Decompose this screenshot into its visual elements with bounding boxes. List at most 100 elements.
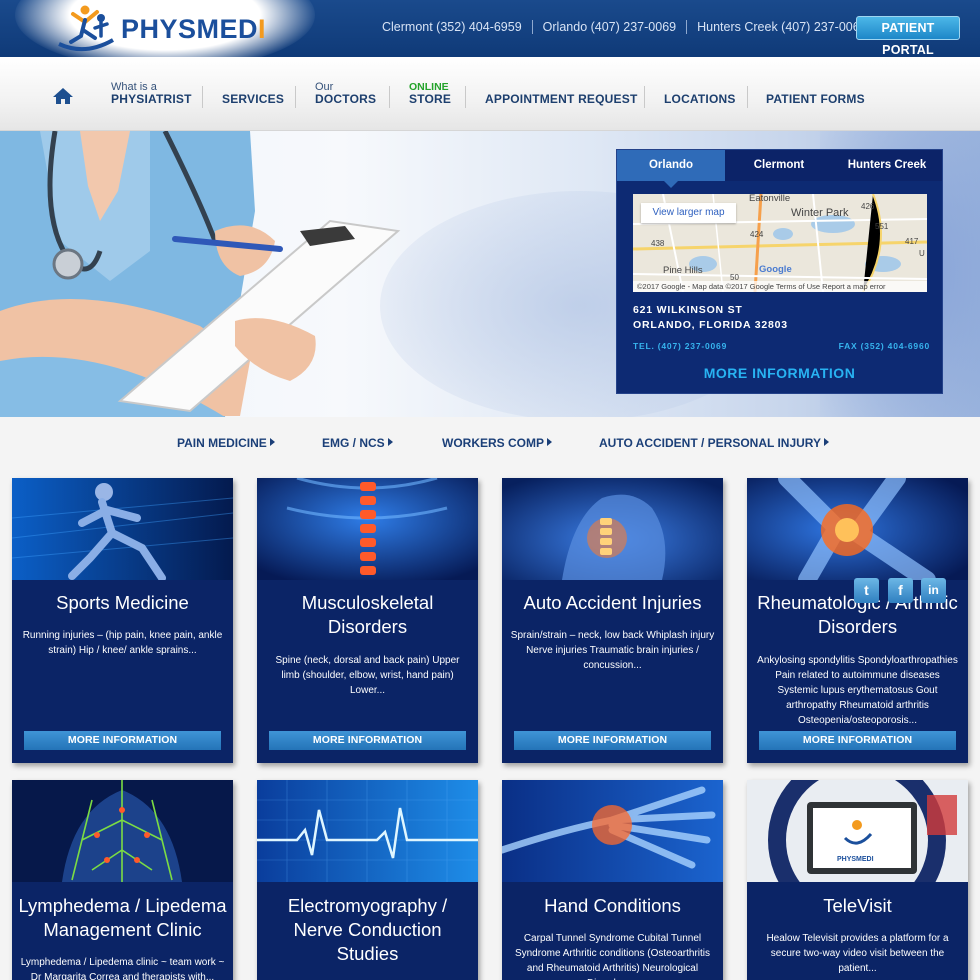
neck-pain-image	[502, 478, 723, 580]
tab-clermont[interactable]: Clermont	[725, 150, 833, 181]
nav-divider	[202, 86, 203, 108]
tab-hunters-creek[interactable]: Hunters Creek	[833, 150, 941, 181]
card-title-line: Electromyography /	[287, 895, 448, 916]
ekg-image	[257, 780, 478, 882]
address-line-1: 621 WILKINSON ST	[633, 304, 743, 316]
card-musculoskeletal[interactable]: Musculoskeletal Disorders Spine (neck, do…	[257, 478, 478, 763]
triangle-right-icon	[824, 438, 830, 446]
card-description: Carpal Tunnel Syndrome Cubital Tunnel Sy…	[514, 933, 711, 980]
map-label: Pine Hills	[663, 265, 703, 276]
divider	[531, 20, 533, 34]
nav-services-label: SERVICES	[222, 92, 285, 106]
card-title-line: Disorders	[817, 616, 898, 637]
location-more-information-link[interactable]: MORE INFORMATION	[617, 365, 942, 381]
map-label: 551	[875, 222, 889, 231]
logo-figure-icon	[55, 4, 119, 54]
card-title: Auto Accident Injuries	[523, 592, 702, 613]
card-title-line: Nerve Conduction	[293, 919, 442, 940]
televisit-logo-text: PHYSMEDI	[837, 856, 874, 863]
triangle-right-icon	[547, 438, 552, 446]
fax-number: FAX (352) 404-6960	[838, 341, 930, 351]
card-description: Spine (neck, dorsal and back pain) Upper…	[275, 655, 460, 696]
card-auto-accident[interactable]: Auto Accident Injuries Sprain/strain – n…	[502, 478, 723, 763]
card-title: Lymphedema / Lipedema Management Clinic	[12, 894, 233, 942]
runner-image	[12, 478, 233, 580]
nav-locations-label: LOCATIONS	[664, 92, 736, 106]
patient-portal-button[interactable]: PATIENT PORTAL	[856, 16, 960, 57]
card-description: Running injuries – (hip pain, knee pain,…	[22, 630, 223, 656]
hand-xray-image	[502, 780, 723, 882]
view-larger-map-link[interactable]: View larger map	[641, 203, 736, 223]
twitter-icon[interactable]: t	[854, 578, 879, 603]
link-label: PAIN MEDICINE	[177, 436, 267, 450]
facebook-icon[interactable]: f	[888, 578, 913, 603]
card-title-line: Disorders	[327, 616, 408, 637]
link-workers-comp[interactable]: WORKERS COMP	[442, 436, 552, 450]
card-description: Lymphedema / Lipedema clinic ~ team work…	[20, 957, 225, 980]
card-lymphedema[interactable]: Lymphedema / Lipedema Management Clinic L…	[12, 780, 233, 980]
link-auto-accident[interactable]: AUTO ACCIDENT / PERSONAL INJURY	[599, 436, 830, 450]
home-icon[interactable]	[52, 87, 74, 105]
card-hand-conditions[interactable]: Hand Conditions Carpal Tunnel Syndrome C…	[502, 780, 723, 980]
linkedin-icon[interactable]: in	[921, 578, 946, 603]
link-label: EMG / NCS	[322, 436, 385, 450]
map-label: 426	[861, 202, 875, 211]
map-label: Winter Park	[791, 207, 849, 219]
phone-list: Clermont (352) 404-6959 Orlando (407) 23…	[382, 20, 867, 34]
nav-divider	[295, 86, 296, 108]
more-information-button[interactable]: MORE INFORMATION	[759, 731, 956, 750]
card-rheumatologic[interactable]: Rheumatologic / ArthriticDisorders Ankyl…	[747, 478, 968, 763]
televisit-image	[747, 780, 968, 882]
card-title-line: Lymphedema / Lipedema	[18, 895, 227, 916]
address: 621 WILKINSON ST ORLANDO, FLORIDA 32803	[633, 303, 788, 333]
more-information-button[interactable]: MORE INFORMATION	[269, 731, 466, 750]
card-title-line: Management Clinic	[43, 919, 202, 940]
knee-joint-image	[747, 478, 968, 580]
card-sports-medicine[interactable]: Sports Medicine Running injuries – (hip …	[12, 478, 233, 763]
nav-divider	[747, 86, 748, 108]
location-tabs: Orlando Clermont Hunters Creek	[617, 150, 942, 188]
link-emg-ncs[interactable]: EMG / NCS	[322, 436, 393, 450]
tab-orlando[interactable]: Orlando	[617, 150, 725, 188]
link-label: WORKERS COMP	[442, 436, 544, 450]
physmedi-logo[interactable]: PHYSMEDI	[55, 4, 266, 54]
map-label: 424	[750, 230, 764, 239]
nav-divider	[644, 86, 645, 108]
nav-store-label: STORE	[409, 92, 452, 106]
phone-hunters-creek[interactable]: Hunters Creek (407) 237-0069	[697, 20, 867, 34]
logo-text: PHYSMEDI	[121, 13, 267, 44]
link-pain-medicine[interactable]: PAIN MEDICINE	[177, 436, 275, 450]
nav-divider	[465, 86, 466, 108]
nav-appointment-label: APPOINTMENT REQUEST	[485, 92, 638, 106]
triangle-right-icon	[269, 438, 275, 446]
more-information-button[interactable]: MORE INFORMATION	[24, 731, 221, 750]
card-title: Sports Medicine	[56, 592, 189, 613]
map-footer: ©2017 Google - Map data ©2017 Google Ter…	[633, 281, 927, 292]
link-label: AUTO ACCIDENT / PERSONAL INJURY	[599, 436, 822, 450]
nav-patient-forms-label: PATIENT FORMS	[766, 92, 865, 106]
address-line-2: ORLANDO, FLORIDA 32803	[633, 319, 788, 331]
phone-orlando[interactable]: Orlando (407) 237-0069	[543, 20, 676, 34]
card-description: Healow Televisit provides a platform for…	[766, 933, 949, 974]
service-sublinks: PAIN MEDICINE EMG / NCS WORKERS COMP AUT…	[0, 436, 980, 452]
phone-clermont[interactable]: Clermont (352) 404-6959	[382, 20, 522, 34]
triangle-right-icon	[387, 438, 393, 446]
main-nav: What is a PHYSIATRIST SERVICES Our DOCTO…	[0, 57, 980, 131]
telephone-link[interactable]: TEL. (407) 237-0069	[633, 341, 727, 351]
card-title-line: Musculoskeletal	[301, 592, 434, 613]
spine-image	[257, 478, 478, 580]
map-label: U	[919, 249, 925, 258]
embedded-map[interactable]: View larger map Eatonville Winter Park P…	[633, 194, 927, 292]
card-title-line: Studies	[336, 943, 399, 964]
more-information-button[interactable]: MORE INFORMATION	[514, 731, 711, 750]
nav-physiatrist-label: PHYSIATRIST	[111, 92, 192, 106]
card-title: Electromyography / Nerve Conduction Studie…	[257, 894, 478, 966]
top-bar: PHYSMEDI Clermont (352) 404-6959 Orlando…	[0, 0, 980, 70]
card-electromyography[interactable]: Electromyography / Nerve Conduction Studie…	[257, 780, 478, 980]
card-title: TeleVisit	[823, 895, 892, 916]
card-title: Hand Conditions	[544, 895, 681, 916]
card-description: Sprain/strain – neck, low back Whiplash …	[510, 630, 715, 671]
nav-doctors-label: DOCTORS	[315, 92, 377, 106]
map-label: Eatonville	[749, 194, 791, 204]
card-televisit[interactable]: PHYSMEDI TeleVisit Healow Televisit prov…	[747, 780, 968, 980]
